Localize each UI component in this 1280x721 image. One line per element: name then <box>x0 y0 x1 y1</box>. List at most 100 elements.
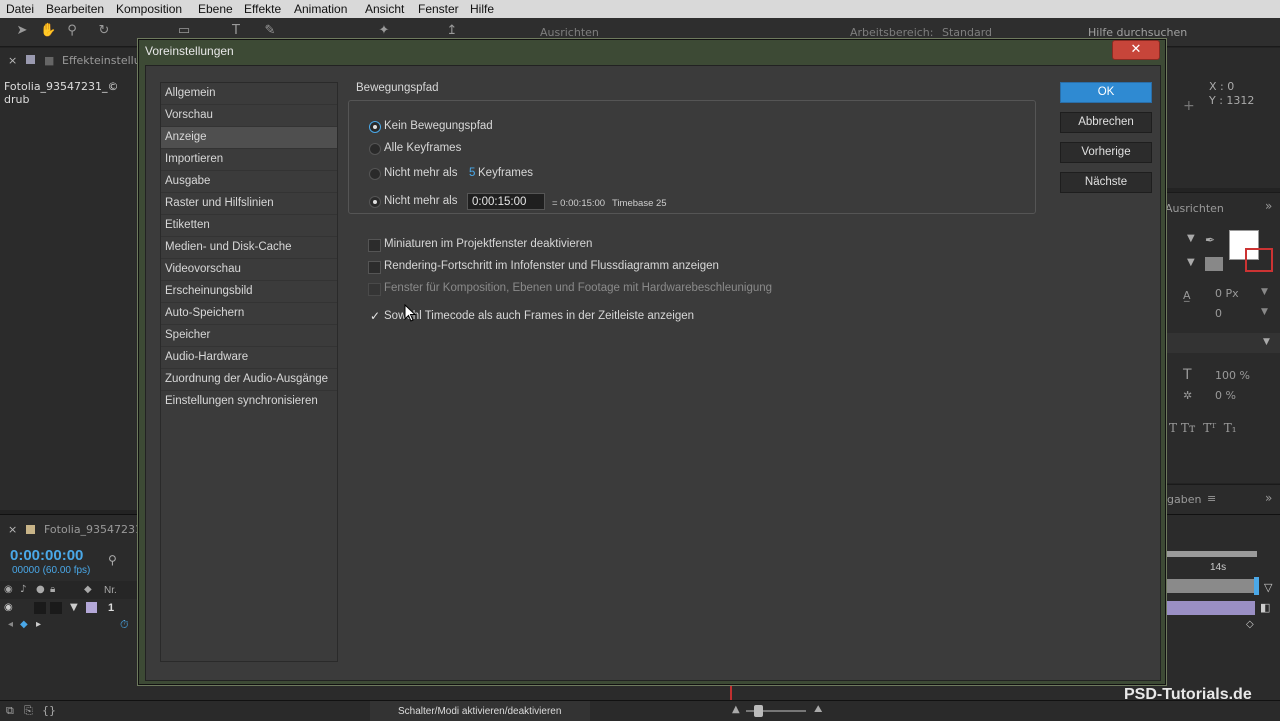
layer-duration-bar[interactable] <box>1165 601 1255 615</box>
cancel-button[interactable]: Abbrechen <box>1060 112 1152 133</box>
rectangle-tool-icon[interactable]: ▭ <box>176 23 192 39</box>
audio-icon[interactable]: ♪ <box>20 584 26 595</box>
sidebar-item-erscheinungsbild[interactable]: Erscheinungsbild <box>161 281 337 303</box>
checkbox-disable-thumbnails[interactable] <box>368 239 381 252</box>
sidebar-item-etiketten[interactable]: Etiketten <box>161 215 337 237</box>
sidebar-item-audio-ausgaenge[interactable]: Zuordnung der Audio-Ausgänge <box>161 369 337 391</box>
prev-keyframe-icon[interactable]: ◂ <box>8 619 13 630</box>
checkbox-disable-thumbnails-label[interactable]: Miniaturen im Projektfenster deaktiviere… <box>384 238 592 250</box>
vertical-scale-value[interactable]: 100 % <box>1215 369 1250 382</box>
checkbox-render-progress[interactable] <box>368 261 381 274</box>
menu-fenster[interactable]: Fenster <box>418 2 459 16</box>
panel-hamburger-icon[interactable]: ≡ <box>1207 492 1216 505</box>
layer-solo-toggle[interactable] <box>50 602 62 614</box>
eyedropper-icon[interactable]: ✒ <box>1205 233 1215 247</box>
swap-color-icon[interactable] <box>1205 257 1223 271</box>
menu-hilfe[interactable]: Hilfe <box>470 2 494 16</box>
sidebar-item-audio-hardware[interactable]: Audio-Hardware <box>161 347 337 369</box>
sidebar-item-anzeige[interactable]: Anzeige <box>161 127 337 149</box>
style-dropdown-arrow-icon[interactable]: ▼ <box>1187 257 1195 268</box>
menu-ansicht[interactable]: Ansicht <box>365 2 404 16</box>
menu-animation[interactable]: Animation <box>294 2 347 16</box>
checkbox-render-progress-label[interactable]: Rendering-Fortschritt im Infofenster und… <box>384 260 719 272</box>
lock-icon[interactable]: 🔒︎ <box>50 584 55 595</box>
next-keyframe-icon[interactable]: ▸ <box>36 619 41 630</box>
baseline-shift-value[interactable]: 0 % <box>1215 389 1236 402</box>
end-keyframe-icon[interactable]: ◇ <box>1246 619 1254 630</box>
sidebar-item-vorschau[interactable]: Vorschau <box>161 105 337 127</box>
radio-all-keyframes-label[interactable]: Alle Keyframes <box>384 142 461 154</box>
puppet-tool-icon[interactable]: ✦ <box>376 23 392 39</box>
radio-max-time[interactable] <box>369 196 381 208</box>
effects-tab[interactable]: Effekteinstellu <box>62 54 141 67</box>
zoom-slider-handle[interactable] <box>754 705 763 717</box>
sidebar-item-raster[interactable]: Raster und Hilfslinien <box>161 193 337 215</box>
time-ruler[interactable] <box>1165 579 1257 593</box>
small-caps-icon[interactable]: T Tт Tᵀ T₁ <box>1169 421 1237 435</box>
layer-audio-toggle[interactable] <box>34 602 46 614</box>
label-icon[interactable]: ◆ <box>84 584 92 595</box>
tracking-value[interactable]: 0 Px <box>1215 287 1239 300</box>
keyframe-icon[interactable]: ◆ <box>20 619 28 630</box>
layer-expand-icon[interactable]: ▼ <box>70 602 78 613</box>
kerning-dropdown-icon[interactable]: ▼ <box>1261 307 1268 317</box>
zoom-tool-icon[interactable]: ⚲ <box>64 23 80 39</box>
zoom-in-icon[interactable]: ⛰︎ <box>814 704 822 715</box>
radio-no-motion-path[interactable] <box>369 121 381 133</box>
close-button[interactable]: ✕ <box>1112 40 1160 60</box>
menu-effekte[interactable]: Effekte <box>244 2 281 16</box>
solo-icon[interactable]: ● <box>36 584 45 595</box>
timeline-search-icon[interactable]: ⚲ <box>108 553 117 567</box>
sidebar-item-auto-speichern[interactable]: Auto-Speichern <box>161 303 337 325</box>
panel-expand-icon[interactable]: » <box>1265 491 1272 505</box>
brush-tool-icon[interactable]: ✎ <box>262 23 278 39</box>
font-dropdown-arrow-icon[interactable]: ▼ <box>1187 233 1195 244</box>
next-button[interactable]: Nächste <box>1060 172 1152 193</box>
menu-ebene[interactable]: Ebene <box>198 2 233 16</box>
visibility-icon[interactable]: ◉ <box>4 584 13 595</box>
layer-end-icon[interactable]: ◧ <box>1260 601 1270 614</box>
sidebar-item-medien-cache[interactable]: Medien- und Disk-Cache <box>161 237 337 259</box>
timeline-nav-icon[interactable]: ▽ <box>1264 581 1272 594</box>
sidebar-item-importieren[interactable]: Importieren <box>161 149 337 171</box>
zoom-out-icon[interactable]: ▲ <box>732 704 740 715</box>
menu-datei[interactable]: Datei <box>6 2 34 16</box>
keyframe-count-value[interactable]: 5 <box>469 167 475 179</box>
checkbox-timecode-frames-label[interactable]: Sowohl Timecode als auch Frames in der Z… <box>384 310 694 322</box>
paragraph-tab[interactable]: gaben <box>1167 493 1201 506</box>
render-icon[interactable]: ⎘ <box>24 704 33 718</box>
align-tab[interactable]: Ausrichten <box>1165 202 1224 215</box>
axis-tool-icon[interactable]: ↥ <box>444 23 460 39</box>
stroke-color-swatch[interactable] <box>1245 248 1273 272</box>
work-area-bar[interactable] <box>1165 551 1257 557</box>
timeline-timecode[interactable]: 0:00:00:00 <box>10 547 83 564</box>
sidebar-item-allgemein[interactable]: Allgemein <box>161 83 337 105</box>
timeline-tab[interactable]: Fotolia_93547231 <box>44 523 142 536</box>
selection-tool-icon[interactable]: ➤ <box>14 23 30 39</box>
radio-max-time-label[interactable]: Nicht mehr als <box>384 195 458 207</box>
switches-modes-label[interactable]: Schalter/Modi aktivieren/deaktivieren <box>398 706 561 717</box>
checkbox-timecode-frames[interactable]: ✓ <box>368 309 381 324</box>
previous-button[interactable]: Vorherige <box>1060 142 1152 163</box>
stroke-dropdown-icon[interactable]: ▼ <box>1263 337 1270 347</box>
hand-tool-icon[interactable]: ✋ <box>40 23 56 39</box>
radio-max-keyframes-label[interactable]: Nicht mehr als <box>384 167 458 179</box>
type-tool-icon[interactable]: T <box>228 23 244 39</box>
sidebar-item-sync[interactable]: Einstellungen synchronisieren <box>161 391 337 412</box>
ok-button[interactable]: OK <box>1060 82 1152 103</box>
tracking-dropdown-icon[interactable]: ▼ <box>1261 287 1268 297</box>
menu-bearbeiten[interactable]: Bearbeiten <box>46 2 104 16</box>
panel-menu-icon[interactable]: » <box>1265 199 1272 213</box>
stopwatch-icon[interactable]: ⏱︎ <box>120 618 129 632</box>
rotate-tool-icon[interactable]: ↻ <box>96 23 112 39</box>
menu-komposition[interactable]: Komposition <box>116 2 182 16</box>
layer-label-color[interactable] <box>86 602 97 613</box>
radio-max-keyframes[interactable] <box>369 168 381 180</box>
close-panel-icon[interactable]: × <box>8 54 17 67</box>
comp-flowchart-icon[interactable]: ⧉ <box>6 704 14 718</box>
layer-visibility-icon[interactable]: ◉ <box>4 602 13 613</box>
expand-icon[interactable]: {} <box>42 704 56 717</box>
checkbox-hardware-acceleration-label[interactable]: Fenster für Komposition, Ebenen und Foot… <box>384 282 772 294</box>
sidebar-item-videovorschau[interactable]: Videovorschau <box>161 259 337 281</box>
max-time-timecode-input[interactable] <box>467 193 545 210</box>
